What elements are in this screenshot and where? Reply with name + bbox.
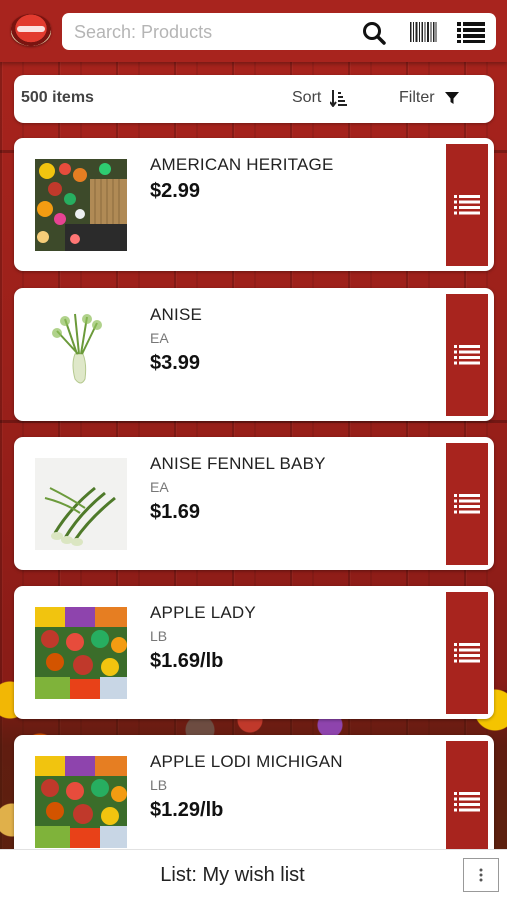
barcode-icon[interactable]	[409, 21, 437, 43]
product-name[interactable]: ANISE	[150, 305, 202, 325]
product-unit: EA	[150, 479, 169, 495]
store-logo[interactable]	[11, 14, 51, 46]
product-image-fennel-bulb	[35, 309, 127, 401]
product-name[interactable]: AMERICAN HERITAGE	[150, 155, 334, 175]
add-to-list-button[interactable]	[446, 144, 488, 266]
add-to-list-icon	[454, 195, 480, 215]
add-to-list-icon	[454, 643, 480, 663]
sort-icon	[330, 90, 348, 107]
product-unit: LB	[150, 628, 168, 644]
filter-button[interactable]: Filter	[399, 89, 460, 107]
product-name[interactable]: ANISE FENNEL BABY	[150, 454, 326, 474]
product-unit: EA	[150, 330, 169, 346]
product-name[interactable]: APPLE LODI MICHIGAN	[150, 752, 343, 772]
product-name[interactable]: APPLE LADY	[150, 603, 256, 623]
add-to-list-button[interactable]	[446, 592, 488, 714]
product-price: $3.99	[150, 352, 201, 374]
product-card[interactable]: APPLE LADY LB $1.69/lb	[14, 586, 494, 719]
product-image-mixed-vegetables	[35, 607, 127, 699]
product-unit: LB	[150, 777, 168, 793]
product-price: $1.69/lb	[150, 650, 224, 672]
add-to-list-icon	[454, 494, 480, 514]
search-icon[interactable]	[362, 21, 388, 45]
add-to-list-button[interactable]	[446, 294, 488, 416]
current-list-label[interactable]: List: My wish list	[0, 850, 465, 901]
filter-label: Filter	[399, 89, 435, 106]
product-image-baby-fennel	[35, 458, 127, 550]
product-card[interactable]: AMERICAN HERITAGE $2.99	[14, 138, 494, 271]
add-to-list-icon	[454, 792, 480, 812]
add-to-list-icon	[454, 345, 480, 365]
wish-list-bar: List: My wish list	[0, 849, 507, 901]
product-price: $2.99	[150, 180, 201, 202]
result-count: 500 items	[21, 89, 94, 106]
product-price: $1.69	[150, 501, 201, 523]
more-vertical-icon	[479, 868, 483, 882]
search-input[interactable]	[72, 13, 346, 52]
sort-label: Sort	[292, 89, 322, 106]
search-bar	[62, 13, 496, 52]
product-card[interactable]: ANISE FENNEL BABY EA $1.69	[14, 437, 494, 570]
product-image-garden-flowers	[35, 159, 127, 251]
list-icon[interactable]	[457, 21, 485, 43]
add-to-list-button[interactable]	[446, 443, 488, 565]
results-toolbar: 500 items Sort Filter	[14, 75, 494, 123]
product-price: $1.29/lb	[150, 799, 224, 821]
sort-button[interactable]: Sort	[292, 89, 348, 107]
filter-icon	[444, 92, 459, 104]
product-card[interactable]: ANISE EA $3.99	[14, 288, 494, 421]
add-to-list-button[interactable]	[446, 741, 488, 863]
more-options-button[interactable]	[463, 858, 499, 892]
app-header	[0, 0, 507, 62]
product-image-mixed-vegetables	[35, 756, 127, 848]
